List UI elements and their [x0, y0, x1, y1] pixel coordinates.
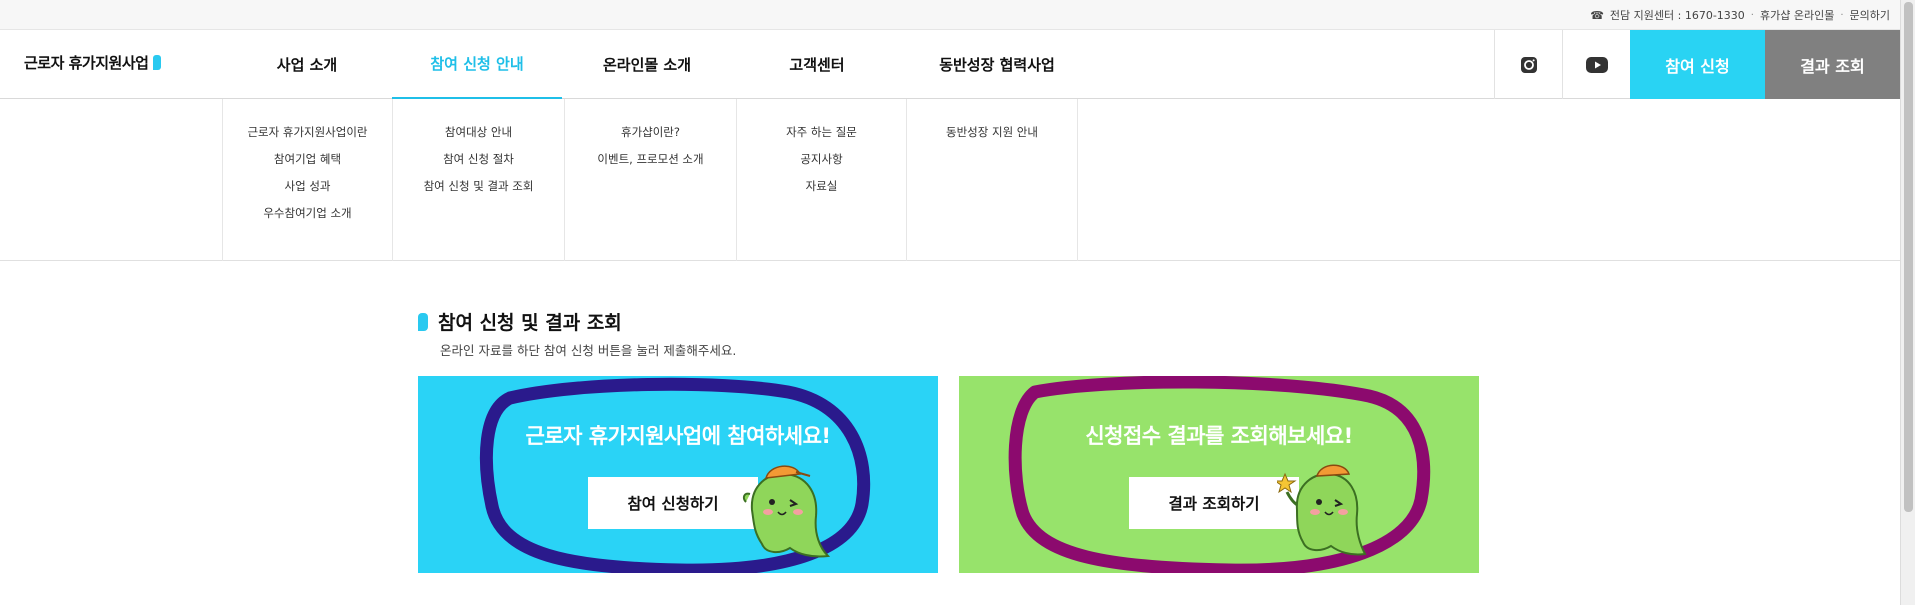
mega-link[interactable]: 이벤트, 프로모션 소개	[565, 146, 736, 173]
support-center-text: 전담 지원센터 : 1670-1330	[1609, 9, 1745, 22]
mega-link[interactable]: 우수참여기업 소개	[223, 200, 392, 227]
inquiry-link[interactable]: 문의하기	[1850, 7, 1890, 23]
apply-button[interactable]: 참여 신청	[1630, 30, 1765, 99]
instagram-button[interactable]	[1494, 30, 1562, 99]
result-card[interactable]: 신청접수 결과를 조회해보세요! 결과 조회하기	[959, 376, 1479, 573]
logo-text: 근로자 휴가지원사업	[24, 54, 149, 72]
main-nav: 사업 소개 참여 신청 안내 온라인몰 소개 고객센터 동반성장 협력사업	[222, 30, 1092, 99]
online-mall-link[interactable]: 휴가샵 온라인몰	[1760, 7, 1834, 23]
mega-col-partnership: 동반성장 지원 안내	[906, 99, 1078, 261]
title-mark-icon	[418, 312, 428, 331]
page-subtitle: 온라인 자료를 하단 참여 신청 버튼을 눌러 제출해주세요.	[440, 343, 737, 358]
scrollbar-thumb[interactable]	[1904, 2, 1913, 512]
mega-link[interactable]: 자주 하는 질문	[737, 119, 906, 146]
mega-link[interactable]: 동반성장 지원 안내	[907, 119, 1077, 146]
instagram-icon	[1520, 56, 1537, 73]
nav-item-customer-center[interactable]: 고객센터	[732, 30, 902, 99]
nav-item-business-intro[interactable]: 사업 소개	[222, 30, 392, 99]
mega-link[interactable]: 자료실	[737, 173, 906, 200]
youtube-button[interactable]	[1562, 30, 1630, 99]
mega-link[interactable]: 참여기업 혜택	[223, 146, 392, 173]
nav-item-partnership[interactable]: 동반성장 협력사업	[902, 30, 1092, 99]
result-check-button[interactable]: 결과 조회하기	[1129, 477, 1299, 529]
mascot-icon	[742, 465, 830, 558]
participate-headline: 근로자 휴가지원사업에 참여하세요!	[525, 424, 832, 448]
phone-icon: ☎	[1590, 8, 1604, 22]
highlight-circle	[1008, 376, 1431, 573]
participate-button[interactable]: 참여 신청하기	[588, 477, 758, 529]
participate-card[interactable]: 근로자 휴가지원사업에 참여하세요! 참여 신청하기	[418, 376, 938, 573]
logo-mark-icon	[153, 55, 162, 70]
page-title-text: 참여 신청 및 결과 조회	[438, 312, 622, 334]
mega-col-participation: 참여대상 안내 참여 신청 절차 참여 신청 및 결과 조회	[392, 99, 564, 261]
utility-links: ☎ 전담 지원센터 : 1670-1330 · 휴가샵 온라인몰 · 문의하기	[1590, 7, 1890, 23]
nav-item-participation-guide[interactable]: 참여 신청 안내	[392, 30, 562, 99]
header-actions: 참여 신청 결과 조회	[1494, 30, 1900, 99]
result-headline: 신청접수 결과를 조회해보세요!	[1085, 424, 1353, 448]
mega-menu: 근로자 휴가지원사업이란 참여기업 혜택 사업 성과 우수참여기업 소개 참여대…	[0, 99, 1900, 261]
separator-dot: ·	[1750, 9, 1754, 21]
main-header: 근로자 휴가지원사업 사업 소개 참여 신청 안내 온라인몰 소개 고객센터 동…	[0, 30, 1900, 99]
mega-col-customer: 자주 하는 질문 공지사항 자료실	[736, 99, 906, 261]
result-button[interactable]: 결과 조회	[1765, 30, 1900, 99]
highlight-circle	[479, 377, 871, 573]
mega-link[interactable]: 근로자 휴가지원사업이란	[223, 119, 392, 146]
page-title: 참여 신청 및 결과 조회	[418, 308, 622, 335]
mascot-icon	[1277, 464, 1367, 556]
separator-dot: ·	[1840, 9, 1844, 21]
nav-item-online-mall[interactable]: 온라인몰 소개	[562, 30, 732, 99]
youtube-icon	[1585, 56, 1608, 73]
mega-link[interactable]: 사업 성과	[223, 173, 392, 200]
utility-bar: ☎ 전담 지원센터 : 1670-1330 · 휴가샵 온라인몰 · 문의하기	[0, 0, 1900, 30]
mega-col-online-mall: 휴가샵이란? 이벤트, 프로모션 소개	[564, 99, 736, 261]
mega-link[interactable]: 참여 신청 절차	[393, 146, 564, 173]
mega-link[interactable]: 참여 신청 및 결과 조회	[393, 173, 564, 200]
mega-link[interactable]: 공지사항	[737, 146, 906, 173]
mega-link[interactable]: 휴가샵이란?	[565, 119, 736, 146]
page-scrollbar[interactable]	[1900, 0, 1915, 605]
site-logo[interactable]: 근로자 휴가지원사업	[24, 52, 162, 73]
mega-col-business: 근로자 휴가지원사업이란 참여기업 혜택 사업 성과 우수참여기업 소개	[222, 99, 392, 261]
mega-link[interactable]: 참여대상 안내	[393, 119, 564, 146]
